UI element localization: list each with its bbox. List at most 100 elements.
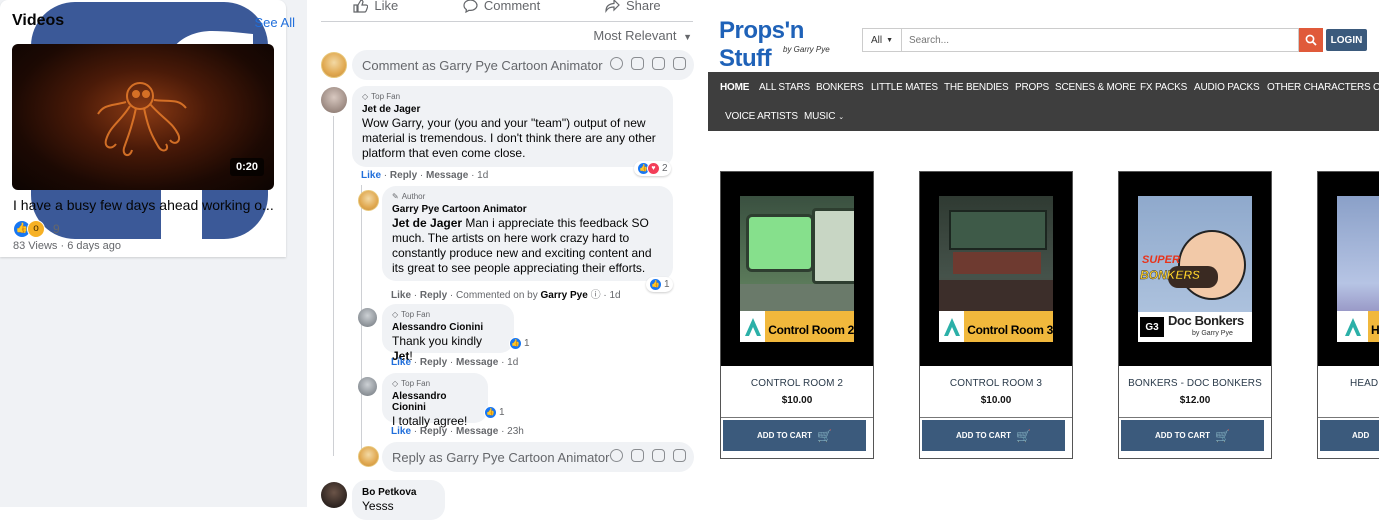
store-logo[interactable]: Props'n Stuff by Garry Pye	[719, 17, 849, 72]
reply-link[interactable]: Reply	[390, 170, 417, 181]
comment-tools	[610, 57, 686, 70]
commenter-name[interactable]: Garry Pye	[541, 290, 588, 301]
product-label-text: H	[1368, 311, 1379, 342]
a-logo-icon	[740, 311, 766, 342]
avatar[interactable]	[321, 87, 347, 113]
sticker-icon[interactable]	[673, 449, 686, 462]
like-reaction-icon: 👍	[484, 406, 497, 419]
product-image[interactable]: Control Room 2	[721, 172, 873, 366]
category-label: All	[870, 34, 883, 46]
message-link[interactable]: Message	[426, 170, 468, 181]
nav-audio-packs[interactable]: AUDIO PACKS	[1194, 82, 1260, 93]
nav-props[interactable]: PROPS	[1015, 82, 1049, 93]
comment-reactions[interactable]: 👍 1	[646, 277, 673, 292]
like-button[interactable]: Like	[353, 0, 398, 13]
product-image[interactable]: SUPER BONKERS G3 Doc Bonkers by Garry Py…	[1119, 172, 1271, 366]
product-name[interactable]: BONKERS - DOC BONKERS	[1119, 378, 1271, 389]
video-thumbnail[interactable]: 0:20	[12, 44, 274, 190]
product-name[interactable]: CONTROL ROOM 2	[721, 378, 873, 389]
like-link[interactable]: Like	[361, 170, 381, 181]
comment-time[interactable]: · 1d	[603, 290, 620, 301]
add-to-cart-button[interactable]: ADD	[1320, 420, 1379, 451]
comment-author[interactable]: Alessandro Cionini	[392, 391, 478, 413]
facebook-left-column: Videos See All 0:20 I have a busy few da…	[0, 0, 307, 507]
nav-home[interactable]: HOME	[720, 82, 749, 93]
message-link[interactable]: Message	[456, 426, 498, 437]
comment-author[interactable]: Bo Petkova	[362, 487, 435, 498]
top-fan-badge: ◇ Top Fan	[392, 310, 431, 319]
avatar[interactable]	[358, 308, 377, 327]
comment-sort-dropdown[interactable]: Most Relevant ▼	[593, 28, 692, 43]
add-to-cart-button[interactable]: ADD TO CART 🛒	[723, 420, 866, 451]
comment-author[interactable]: Jet de Jager	[362, 104, 663, 115]
comment-reactions[interactable]: 👍 1	[506, 336, 533, 351]
reply-input[interactable]: Reply as Garry Pye Cartoon Animator	[382, 442, 694, 472]
comment-button[interactable]: Comment	[463, 0, 540, 13]
emoji-icon[interactable]	[610, 57, 623, 70]
nav-all-stars[interactable]: ALL STARS	[759, 82, 810, 93]
product-image[interactable]: H	[1318, 172, 1379, 366]
share-icon	[605, 0, 620, 13]
avatar[interactable]	[358, 190, 379, 211]
nav-bonkers[interactable]: BONKERS	[816, 82, 864, 93]
message-link[interactable]: Message	[456, 357, 498, 368]
reply-link[interactable]: Reply	[420, 357, 447, 368]
camera-icon[interactable]	[631, 449, 644, 462]
comment-time[interactable]: · 1d	[501, 357, 518, 368]
product-name[interactable]: CONTROL ROOM 3	[920, 378, 1072, 389]
mention[interactable]: Jet de Jager	[392, 216, 462, 230]
video-reactions[interactable]: 👍 o 9	[13, 220, 60, 238]
search-bar: All ▼	[862, 28, 1299, 52]
video-title[interactable]: I have a busy few days ahead working o..…	[13, 197, 274, 213]
product-label-text: Control Room 3	[964, 311, 1053, 342]
see-all-link[interactable]: See All	[255, 15, 295, 30]
comment-time[interactable]: · 23h	[501, 426, 524, 437]
sort-label: Most Relevant	[593, 28, 677, 43]
search-button[interactable]	[1299, 28, 1323, 52]
reply-link[interactable]: Reply	[420, 426, 447, 437]
nav-voice-artists[interactable]: VOICE ARTISTS	[725, 111, 798, 122]
camera-icon[interactable]	[631, 57, 644, 70]
comment-input[interactable]: Comment as Garry Pye Cartoon Animator	[352, 50, 694, 80]
avatar[interactable]	[358, 446, 379, 467]
comment-author[interactable]: Alessandro Cionini	[392, 322, 504, 333]
author-badge: ✎ Author	[392, 192, 426, 201]
product-label: Control Room 3	[939, 311, 1053, 342]
gif-icon[interactable]	[652, 449, 665, 462]
like-link[interactable]: Like	[391, 357, 411, 368]
emoji-icon[interactable]	[610, 449, 623, 462]
share-button[interactable]: Share	[605, 0, 661, 13]
nav-the-bendies[interactable]: THE BENDIES	[944, 82, 1009, 93]
product-image[interactable]: Control Room 3	[920, 172, 1072, 366]
nav-fx-packs[interactable]: FX PACKS	[1140, 82, 1187, 93]
search-input[interactable]	[902, 33, 1298, 47]
diamond-icon: ◇	[392, 379, 399, 388]
nav-overflow[interactable]: C	[1373, 82, 1379, 93]
like-link[interactable]: Like	[391, 290, 411, 301]
comment-reactions[interactable]: 👍 1	[481, 405, 508, 420]
reply-link[interactable]: Reply	[420, 290, 447, 301]
chevron-down-icon: ⌄	[838, 114, 844, 121]
search-category-select[interactable]: All ▼	[863, 29, 902, 51]
comment-author[interactable]: Garry Pye Cartoon Animator	[392, 204, 663, 215]
avatar[interactable]	[321, 52, 347, 78]
comment-time[interactable]: · 1d	[471, 170, 488, 181]
add-to-cart-button[interactable]: ADD TO CART 🛒	[922, 420, 1065, 451]
video-reaction-count: 9	[53, 222, 60, 236]
nav-little-mates[interactable]: LITTLE MATES	[871, 82, 938, 93]
nav-music[interactable]: MUSIC ⌄	[804, 111, 844, 122]
comment-reactions[interactable]: 👍 ♥ 2	[634, 161, 671, 176]
like-link[interactable]: Like	[391, 426, 411, 437]
nav-scenes-more[interactable]: SCENES & MORE	[1055, 82, 1136, 93]
avatar[interactable]	[358, 377, 377, 396]
avatar[interactable]	[321, 482, 347, 508]
store-page: Props'n Stuff by Garry Pye All ▼ LOGIN H…	[708, 0, 1379, 507]
add-to-cart-button[interactable]: ADD TO CART 🛒	[1121, 420, 1264, 451]
gif-icon[interactable]	[652, 57, 665, 70]
product-name[interactable]: HEAD	[1318, 378, 1379, 389]
like-reaction-icon: 👍	[649, 278, 662, 291]
reaction-count: 1	[499, 407, 505, 418]
sticker-icon[interactable]	[673, 57, 686, 70]
nav-other-characters[interactable]: OTHER CHARACTERS	[1267, 82, 1371, 93]
login-button[interactable]: LOGIN	[1326, 29, 1367, 51]
